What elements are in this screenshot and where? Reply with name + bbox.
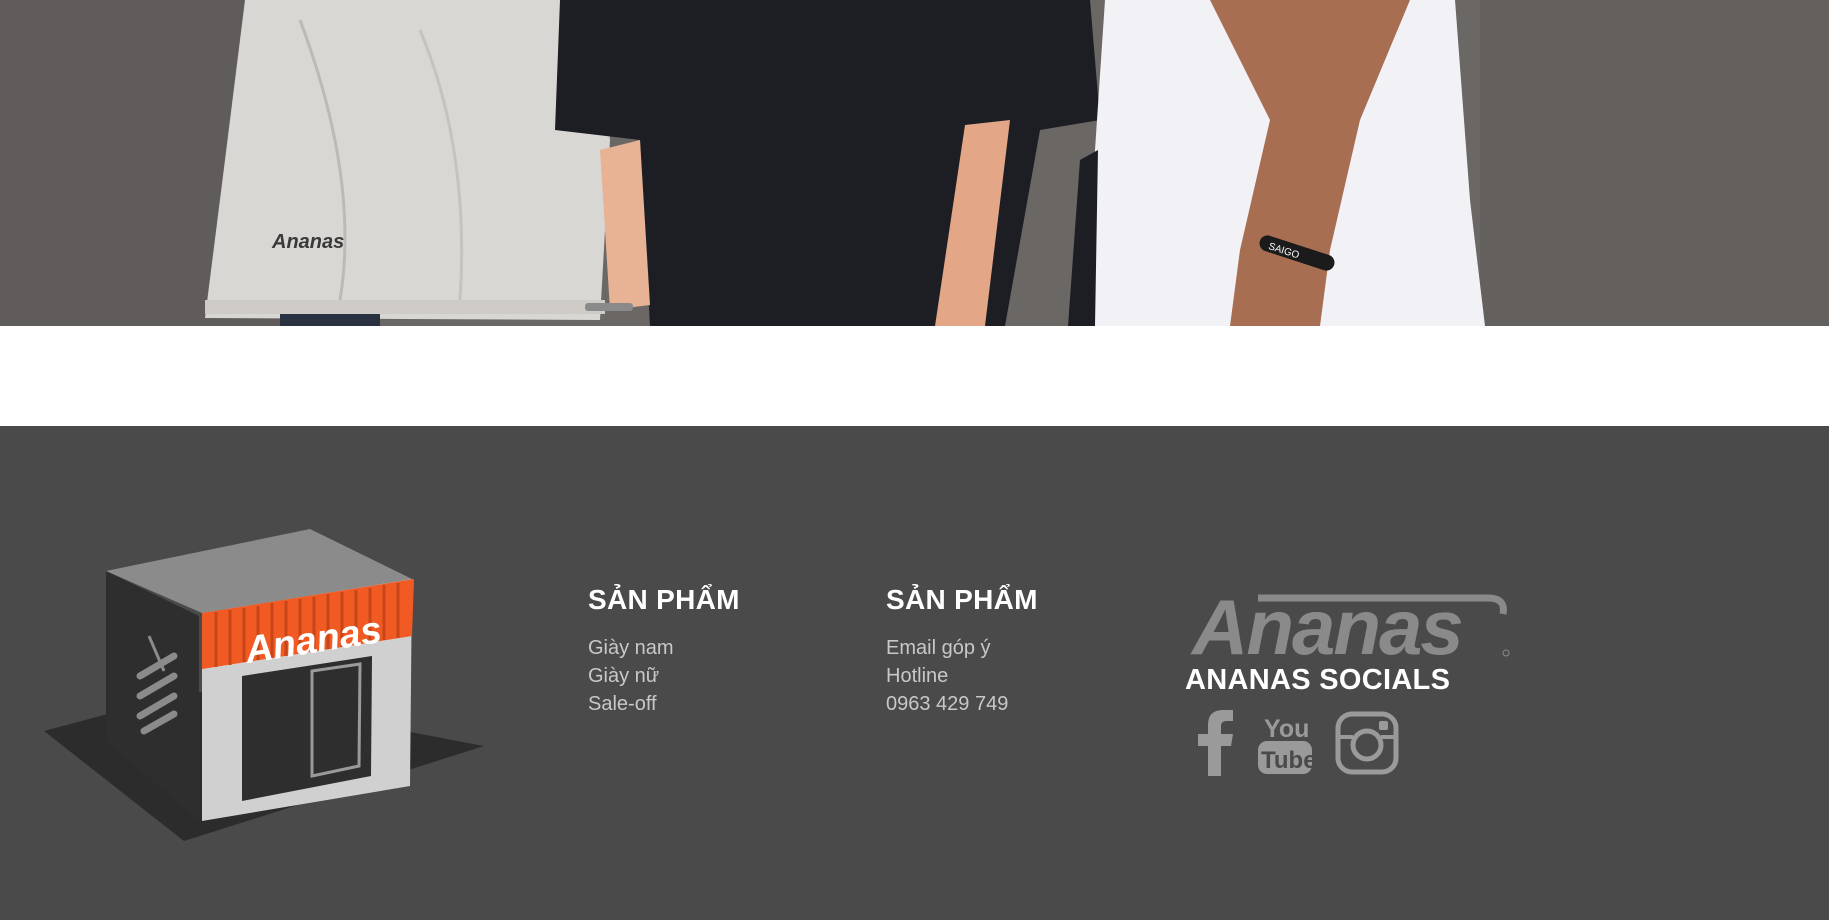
- socials-title: ANANAS SOCIALS: [1185, 664, 1451, 696]
- phone-number[interactable]: 0963 429 749: [886, 690, 1038, 718]
- hero-image: Ananas SAIGO: [0, 0, 1829, 326]
- store-illustration: Ananas: [44, 529, 484, 841]
- hero-photo-illustration: Ananas SAIGO: [0, 0, 1829, 326]
- left-person-tshirt: [205, 0, 610, 320]
- social-icons: You Tube: [1195, 710, 1399, 781]
- link-sale-off[interactable]: Sale-off: [588, 690, 740, 718]
- link-email-feedback[interactable]: Email góp ý: [886, 634, 1038, 662]
- facebook-icon[interactable]: [1195, 710, 1235, 781]
- products-column: SẢN PHẨM Giày nam Giày nữ Sale-off: [588, 584, 740, 718]
- svg-text:Tube: Tube: [1261, 747, 1313, 774]
- support-column-title: SẢN PHẨM: [886, 584, 1038, 615]
- youtube-icon[interactable]: You Tube: [1257, 711, 1317, 780]
- svg-text:You: You: [1264, 715, 1309, 743]
- shirt-logo: Ananas: [271, 231, 344, 253]
- spacer: [0, 326, 1829, 426]
- ananas-logo: Ananas: [1190, 586, 1510, 666]
- instagram-icon[interactable]: [1335, 711, 1399, 780]
- link-giay-nu[interactable]: Giày nữ: [588, 662, 740, 690]
- link-hotline[interactable]: Hotline: [886, 662, 1038, 690]
- link-giay-nam[interactable]: Giày nam: [588, 634, 740, 662]
- footer: Ananas SẢN PHẨM Giày nam Giày nữ Sale-of…: [0, 426, 1829, 920]
- products-column-title: SẢN PHẨM: [588, 584, 740, 615]
- support-column: SẢN PHẨM Email góp ý Hotline 0963 429 74…: [886, 584, 1038, 718]
- page: Ananas SAIGO Ananas SẢN PHẨM Giày nam Gi…: [0, 0, 1829, 920]
